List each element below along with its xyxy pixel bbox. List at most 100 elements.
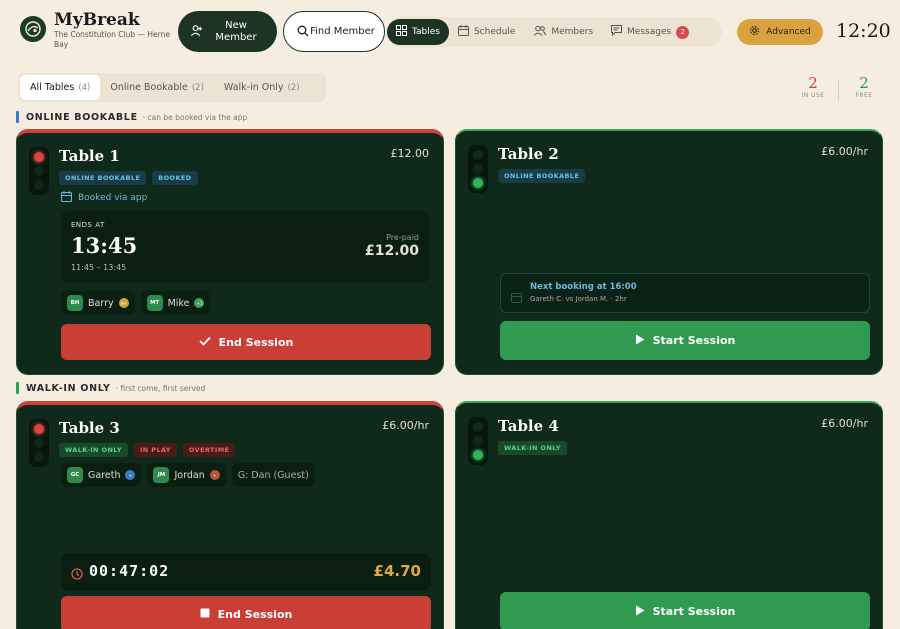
- filter-all-tables[interactable]: All Tables (4): [20, 75, 101, 100]
- nav-members[interactable]: Members: [524, 19, 602, 45]
- stat-free-label: FREE: [855, 92, 873, 99]
- end-session-label: End Session: [217, 607, 293, 621]
- advanced-button[interactable]: Advanced: [737, 19, 823, 45]
- calendar-icon: [61, 191, 72, 205]
- next-booking-title: Next booking at 16:00: [530, 282, 637, 292]
- add-user-icon: [190, 22, 203, 41]
- calendar-icon: [457, 25, 469, 39]
- new-member-button[interactable]: New Member: [178, 11, 277, 52]
- play-icon: [635, 334, 645, 348]
- advanced-label: Advanced: [766, 27, 811, 37]
- avatar: JM: [153, 467, 170, 483]
- section-online-bookable: ONLINE BOOKABLE · can be booked via the …: [16, 110, 247, 124]
- filter-label: Walk-in Only: [223, 82, 284, 93]
- avatar: MT: [146, 295, 163, 311]
- new-member-label: New Member: [215, 19, 257, 43]
- messages-count-badge: 2: [676, 25, 690, 39]
- stat-divider: [838, 79, 839, 101]
- player-chip[interactable]: GC Gareth +: [61, 463, 142, 487]
- filter-count: (2): [191, 82, 204, 93]
- club-logo-icon: [20, 16, 46, 42]
- brand-subtitle: The Constitution Club — Herne Bay: [54, 30, 170, 49]
- filter-label: All Tables: [30, 82, 75, 93]
- player-name: Barry: [88, 297, 114, 309]
- table-card-4: Table 4 £6.00/hr WALK-IN ONLY Start Sess…: [455, 401, 883, 629]
- table-price: £12.00: [390, 147, 430, 160]
- table-stats: 2 IN USE 2 FREE: [793, 74, 884, 101]
- nav-schedule-label: Schedule: [473, 27, 516, 37]
- table-price: £6.00/hr: [382, 419, 429, 432]
- avatar: BH: [67, 295, 83, 311]
- chat-icon: [611, 25, 623, 39]
- session-timer-panel: 00:47:02 £4.70: [61, 553, 431, 591]
- table-title: Table 3: [59, 419, 120, 437]
- player-tag: +1: [194, 298, 205, 308]
- table-card-2: Table 2 £6.00/hr ONLINE BOOKABLE Next bo…: [455, 129, 883, 375]
- table-title: Table 1: [59, 147, 120, 165]
- table-card-3: Table 3 £6.00/hr WALK-IN ONLY IN PLAY OV…: [16, 401, 444, 629]
- guest-name: G: Dan (Guest): [237, 469, 309, 481]
- filter-label: Online Bookable: [110, 82, 188, 93]
- section-accent-bar: [16, 382, 19, 394]
- player-chip[interactable]: BH Barry A+: [61, 291, 135, 315]
- table-chips: WALK-IN ONLY: [498, 441, 573, 455]
- status-light-icon: [468, 417, 488, 465]
- chip-booked: BOOKED: [152, 171, 198, 185]
- chip-online-bookable: ONLINE BOOKABLE: [498, 169, 586, 183]
- avatar: GC: [67, 467, 83, 483]
- player-chip[interactable]: MT Mike +1: [140, 291, 211, 315]
- brand-name: MyBreak: [54, 10, 140, 30]
- start-session-button[interactable]: Start Session: [500, 321, 870, 360]
- table-chips: ONLINE BOOKABLE BOOKED: [59, 171, 204, 185]
- start-session-label: Start Session: [652, 334, 736, 347]
- prepaid-label: Pre-paid: [386, 233, 419, 242]
- nav-messages-label: Messages: [627, 27, 672, 37]
- filter-online-bookable[interactable]: Online Bookable (2): [100, 75, 214, 100]
- section-title: WALK-IN ONLY: [26, 382, 111, 394]
- section-desc: · first come, first served: [115, 383, 206, 393]
- nav-tables-label: Tables: [412, 27, 440, 37]
- start-session-label: Start Session: [652, 605, 736, 618]
- nav-messages[interactable]: Messages 2: [602, 19, 698, 45]
- next-booking-panel[interactable]: Next booking at 16:00 Gareth C. vs Jorda…: [500, 273, 870, 313]
- stop-icon: [200, 608, 210, 621]
- table-title: Table 2: [498, 145, 559, 163]
- player-name: Jordan: [174, 469, 205, 481]
- clock-icon: [71, 565, 83, 584]
- users-icon: [533, 25, 547, 39]
- status-light-icon: [468, 145, 488, 193]
- filter-walk-in-only[interactable]: Walk-in Only (2): [214, 75, 310, 100]
- end-session-label: End Session: [218, 335, 294, 349]
- main-nav: Tables Schedule Members Messages 2: [386, 17, 722, 47]
- nav-members-label: Members: [551, 27, 594, 37]
- ends-at-label: ENDS AT: [71, 221, 105, 229]
- stat-in-use: 2 IN USE: [793, 74, 833, 101]
- ends-at-time: 13:45: [71, 233, 138, 258]
- start-session-button[interactable]: Start Session: [500, 592, 870, 629]
- session-end-panel: ENDS AT 13:45 11:45 – 13:45 Pre-paid £12…: [61, 211, 429, 283]
- calendar-icon: [511, 288, 522, 307]
- table-filter-tabs: All Tables (4) Online Bookable (2) Walk-…: [18, 73, 326, 102]
- chip-in-play: IN PLAY: [133, 443, 177, 457]
- end-session-button[interactable]: End Session: [61, 324, 431, 360]
- filter-count: (2): [287, 82, 300, 93]
- find-member-button[interactable]: Find Member: [283, 11, 385, 52]
- next-booking-detail: Gareth C. vs Jordan M. · 2hr: [530, 295, 627, 303]
- chip-walk-in-only: WALK-IN ONLY: [59, 443, 128, 457]
- session-range: 11:45 – 13:45: [71, 263, 127, 272]
- end-session-button[interactable]: End Session: [61, 596, 431, 629]
- player-tag: +: [125, 470, 136, 480]
- grid-icon: [396, 25, 407, 39]
- table-chips: WALK-IN ONLY IN PLAY OVERTIME: [59, 443, 241, 457]
- nav-schedule[interactable]: Schedule: [449, 19, 524, 45]
- player-list: BH Barry A+ MT Mike +1: [61, 291, 216, 315]
- player-name: Gareth: [88, 469, 121, 481]
- booked-via-label: Booked via app: [78, 193, 148, 203]
- player-list: GC Gareth + JM Jordan + G: Dan (Guest): [61, 463, 321, 487]
- nav-tables[interactable]: Tables: [387, 19, 449, 45]
- clock: 12:20: [836, 20, 891, 42]
- guest-chip[interactable]: G: Dan (Guest): [231, 463, 315, 487]
- player-chip[interactable]: JM Jordan +: [147, 463, 226, 487]
- player-name: Mike: [167, 297, 190, 309]
- player-tag: +: [209, 470, 220, 480]
